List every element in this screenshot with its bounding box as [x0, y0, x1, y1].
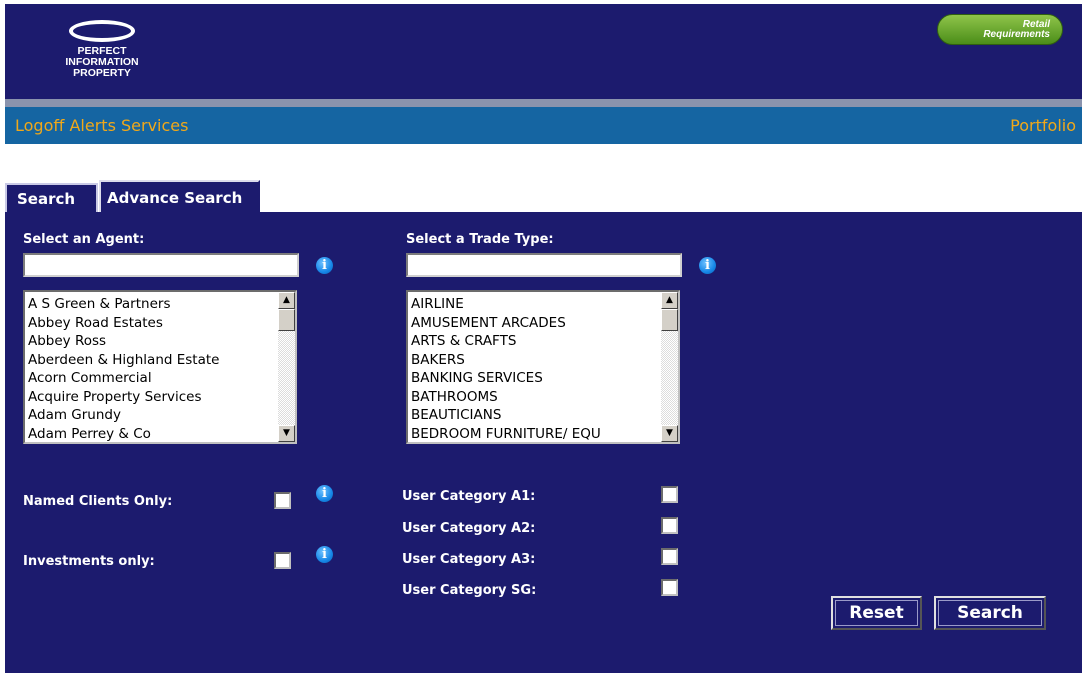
- trade-type-option[interactable]: ARTS & CRAFTS: [411, 332, 647, 351]
- search-button[interactable]: Search: [934, 596, 1046, 630]
- named-clients-info-icon[interactable]: i: [316, 485, 333, 502]
- named-clients-checkbox[interactable]: [274, 492, 291, 509]
- trade-type-option[interactable]: BEDROOM FURNITURE/ EQU: [411, 425, 647, 443]
- reset-button[interactable]: Reset: [831, 596, 922, 630]
- agent-listbox[interactable]: A S Green & Partners Abbey Road Estates …: [23, 290, 297, 444]
- trade-type-option[interactable]: BANKING SERVICES: [411, 369, 647, 388]
- agent-option[interactable]: Acquire Property Services: [28, 388, 264, 407]
- user-category-sg-label: User Category SG:: [402, 583, 537, 598]
- user-category-a1-checkbox[interactable]: [661, 486, 678, 503]
- trade-type-scrollbar[interactable]: ▲ ▼: [661, 292, 678, 442]
- scroll-thumb[interactable]: [278, 309, 295, 331]
- agent-option[interactable]: Abbey Ross: [28, 332, 264, 351]
- investments-checkbox[interactable]: [274, 552, 291, 569]
- investments-info-icon[interactable]: i: [316, 546, 333, 563]
- trade-type-option[interactable]: BEAUTICIANS: [411, 406, 647, 425]
- trade-type-label: Select a Trade Type:: [406, 232, 554, 247]
- agent-option[interactable]: Adam Perrey & Co: [28, 425, 264, 443]
- site-header: PERFECT INFORMATION PROPERTY Retail Requ…: [5, 4, 1082, 99]
- agent-label: Select an Agent:: [23, 232, 145, 247]
- logo-line-3: PROPERTY: [73, 67, 131, 79]
- nav-left-group: Logoff Alerts Services: [15, 116, 188, 135]
- scroll-up-icon[interactable]: ▲: [661, 292, 678, 309]
- trade-type-option[interactable]: BAKERS: [411, 351, 647, 370]
- agent-filter-input[interactable]: [23, 253, 299, 277]
- agent-option[interactable]: Aberdeen & Highland Estate: [28, 351, 264, 370]
- agent-option[interactable]: Adam Grundy: [28, 406, 264, 425]
- trade-type-option[interactable]: AIRLINE: [411, 295, 647, 314]
- nav-portfolio-link[interactable]: Portfolio: [1010, 116, 1076, 135]
- agent-info-icon[interactable]: i: [316, 257, 333, 274]
- user-category-a1-label: User Category A1:: [402, 489, 536, 504]
- scroll-down-icon[interactable]: ▼: [661, 425, 678, 442]
- nav-logoff-link[interactable]: Logoff: [15, 116, 64, 135]
- scroll-down-icon[interactable]: ▼: [278, 425, 295, 442]
- trade-type-option[interactable]: BATHROOMS: [411, 388, 647, 407]
- scroll-thumb[interactable]: [661, 309, 678, 331]
- agent-option[interactable]: Acorn Commercial: [28, 369, 264, 388]
- user-category-sg-checkbox[interactable]: [661, 579, 678, 596]
- agent-scrollbar[interactable]: ▲ ▼: [278, 292, 295, 442]
- user-category-a3-checkbox[interactable]: [661, 548, 678, 565]
- agent-option[interactable]: Abbey Road Estates: [28, 314, 264, 333]
- trade-type-listbox[interactable]: AIRLINE AMUSEMENT ARCADES ARTS & CRAFTS …: [406, 290, 680, 444]
- user-category-a2-checkbox[interactable]: [661, 517, 678, 534]
- retail-button-line-2: Requirements: [983, 29, 1050, 40]
- logo[interactable]: PERFECT INFORMATION PROPERTY: [57, 20, 147, 79]
- named-clients-label: Named Clients Only:: [23, 494, 173, 509]
- investments-label: Investments only:: [23, 554, 155, 569]
- advance-search-panel: Select an Agent: i A S Green & Partners …: [5, 212, 1082, 673]
- user-category-a3-label: User Category A3:: [402, 552, 536, 567]
- nav-bar: Logoff Alerts Services Portfolio: [5, 107, 1082, 144]
- header-divider: [5, 99, 1082, 107]
- trade-type-info-icon[interactable]: i: [699, 257, 716, 274]
- agent-option[interactable]: A S Green & Partners: [28, 295, 264, 314]
- trade-type-option[interactable]: AMUSEMENT ARCADES: [411, 314, 647, 333]
- tab-search[interactable]: Search: [5, 183, 98, 212]
- user-category-a2-label: User Category A2:: [402, 521, 536, 536]
- tab-advance-search[interactable]: Advance Search: [99, 180, 260, 213]
- retail-requirements-button[interactable]: Retail Requirements: [937, 14, 1063, 45]
- logo-ring-icon: [69, 20, 135, 42]
- nav-alerts-link[interactable]: Alerts: [69, 116, 115, 135]
- trade-type-filter-input[interactable]: [406, 253, 682, 277]
- nav-services-link[interactable]: Services: [121, 116, 188, 135]
- scroll-up-icon[interactable]: ▲: [278, 292, 295, 309]
